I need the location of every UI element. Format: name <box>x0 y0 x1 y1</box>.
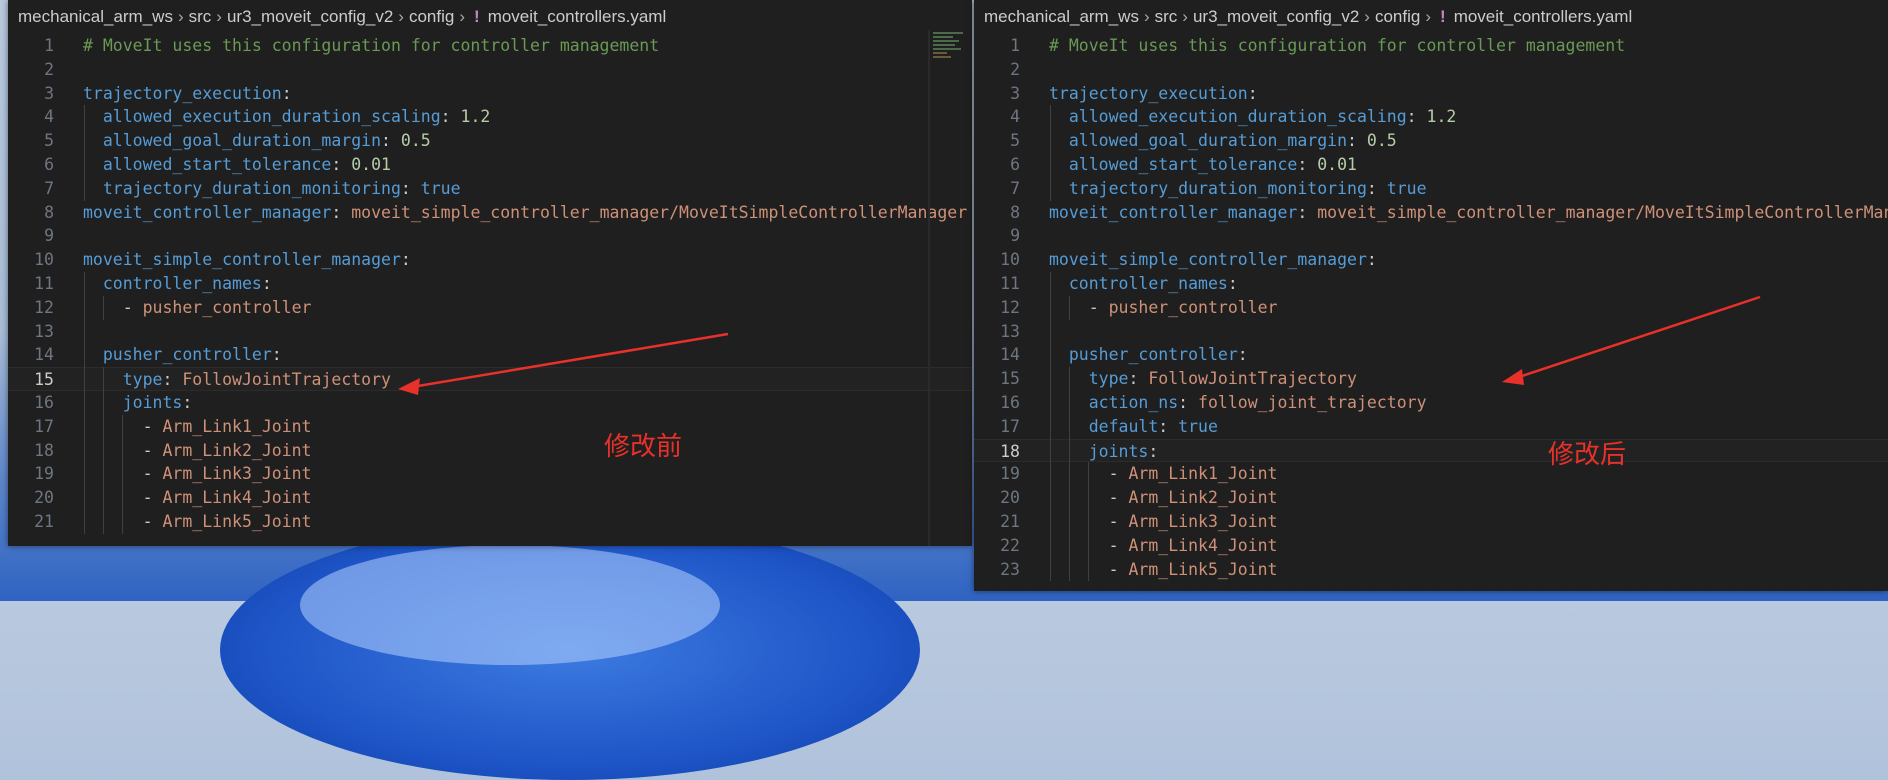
editor-after: mechanical_arm_ws › src › ur3_moveit_config_… <box>974 0 1888 591</box>
red-arrow <box>398 332 729 395</box>
wallpaper-swirl-highlight <box>300 545 720 665</box>
red-arrow <box>1502 295 1761 385</box>
editor-before: mechanical_arm_ws › src › ur3_moveit_config_… <box>8 0 972 546</box>
